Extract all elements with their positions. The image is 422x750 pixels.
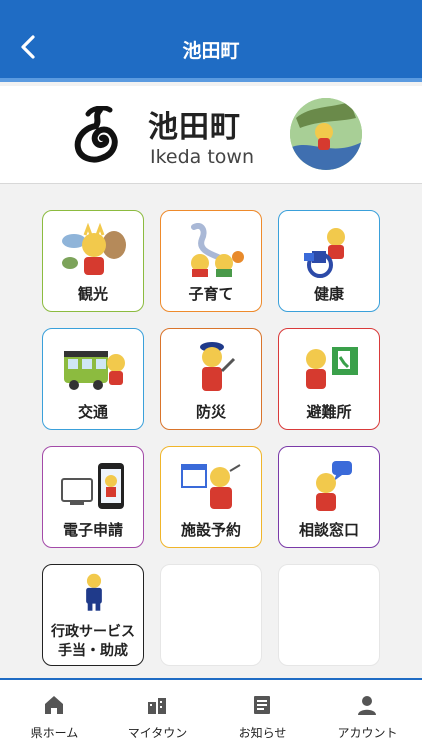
town-name: 池田町 bbox=[148, 110, 241, 145]
service-grid: 観光 子育て 健康 交通 防災 避難所 電子申請 施設予約 相談窓口 行政サービ… bbox=[0, 185, 422, 678]
tile-consultation[interactable]: 相談窓口 bbox=[278, 446, 380, 548]
tile-label-line1: 行政サービス bbox=[51, 624, 135, 640]
tab-prefecture-home[interactable]: 県ホーム bbox=[2, 680, 107, 750]
bottom-tab-bar: 県ホーム マイタウン お知らせ アカウント bbox=[0, 678, 422, 750]
sightseeing-icon bbox=[62, 223, 126, 275]
health-icon bbox=[304, 228, 345, 278]
administrative-services-icon bbox=[86, 573, 102, 611]
tab-label: マイタウン bbox=[127, 726, 188, 740]
facility-reservation-icon bbox=[181, 464, 241, 509]
tile-sightseeing[interactable]: 観光 bbox=[42, 210, 144, 312]
tile-e-application[interactable]: 電子申請 bbox=[42, 446, 144, 548]
home-icon bbox=[45, 696, 63, 714]
tile-label: 避難所 bbox=[306, 403, 352, 421]
consultation-icon bbox=[316, 461, 352, 511]
evacuation-icon bbox=[306, 347, 358, 389]
town-name-roman: Ikeda town bbox=[150, 146, 255, 168]
tab-label: 県ホーム bbox=[30, 726, 79, 740]
tile-label: 行政サービス 手当・助成 bbox=[43, 623, 143, 661]
tab-my-town[interactable]: マイタウン bbox=[105, 680, 210, 750]
tile-label: 交通 bbox=[77, 403, 108, 421]
e-application-icon bbox=[61, 463, 124, 509]
page-title: 池田町 bbox=[182, 40, 240, 62]
tile-label: 相談窓口 bbox=[298, 521, 359, 539]
town-emblem-icon bbox=[74, 106, 118, 163]
tile-transport[interactable]: 交通 bbox=[42, 328, 144, 430]
tile-empty bbox=[278, 564, 380, 666]
tile-label-line2: 手当・助成 bbox=[58, 643, 128, 659]
mascot-image bbox=[290, 98, 362, 170]
app-header: 池田町 bbox=[0, 0, 422, 82]
news-icon bbox=[254, 696, 270, 714]
tab-label: お知らせ bbox=[238, 726, 287, 740]
tile-evacuation-shelter[interactable]: 避難所 bbox=[278, 328, 380, 430]
tab-account[interactable]: アカウント bbox=[315, 680, 420, 750]
tile-childcare[interactable]: 子育て bbox=[160, 210, 262, 312]
town-banner: 池田町 Ikeda town bbox=[0, 86, 422, 184]
town-icon bbox=[148, 698, 166, 714]
tab-label: アカウント bbox=[337, 726, 398, 740]
tile-health[interactable]: 健康 bbox=[278, 210, 380, 312]
childcare-icon bbox=[191, 223, 244, 277]
tile-label: 防災 bbox=[195, 403, 226, 421]
tile-facility-reservation[interactable]: 施設予約 bbox=[160, 446, 262, 548]
tile-label: 子育て bbox=[188, 285, 234, 303]
account-icon bbox=[358, 696, 376, 715]
tile-label: 健康 bbox=[313, 285, 344, 303]
tab-news[interactable]: お知らせ bbox=[210, 680, 315, 750]
tile-administrative-services[interactable]: 行政サービス 手当・助成 bbox=[42, 564, 144, 666]
tile-disaster-prevention[interactable]: 防災 bbox=[160, 328, 262, 430]
tile-label: 電子申請 bbox=[62, 521, 123, 539]
tile-label: 観光 bbox=[77, 285, 108, 303]
tile-label: 施設予約 bbox=[180, 521, 241, 539]
disaster-prevention-icon bbox=[200, 342, 236, 391]
bus-icon bbox=[64, 351, 125, 390]
tile-empty bbox=[160, 564, 262, 666]
